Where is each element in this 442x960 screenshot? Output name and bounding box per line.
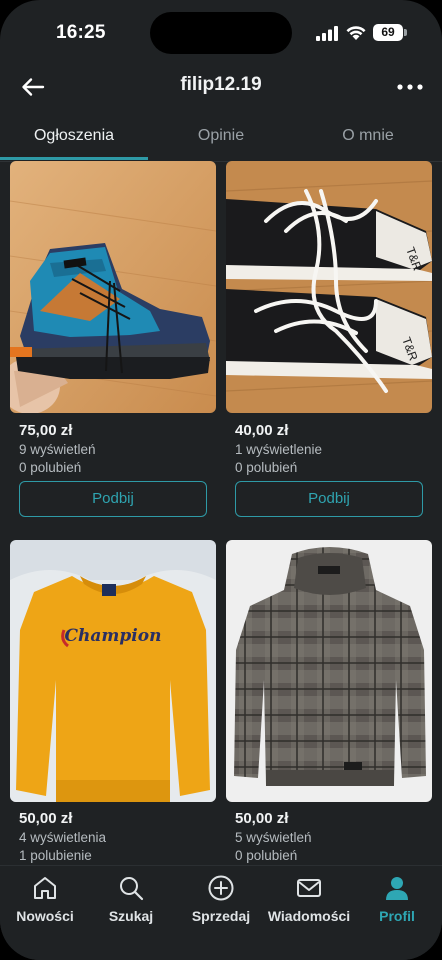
home-icon [34,877,56,899]
listing-price: 75,00 zł [19,422,73,439]
profile-tabs: Ogłoszenia Opinie O mnie [0,118,442,162]
bump-button[interactable]: Podbij [235,481,423,517]
tab-about[interactable]: O mnie [294,118,442,162]
listing-card[interactable]: 50,00 zł 5 wyświetleń 0 polubień [226,540,432,865]
nav-item-search[interactable]: Szukaj [86,874,176,944]
hiking-boot-photo[interactable] [10,161,216,413]
active-tab-indicator [0,157,148,160]
dynamic-island [150,12,292,54]
page-title: filip12.19 [180,74,262,95]
nav-item-messages[interactable]: Wiadomości [264,874,354,944]
nav-label: Sprzedaj [191,908,251,924]
bottom-nav: Nowości Szukaj Sprzedaj Wiadomości Profi… [0,865,442,960]
profile-icon [386,877,408,900]
listing-likes: 0 polubień [235,460,298,475]
wifi-icon [346,26,366,40]
mail-icon [297,879,321,897]
battery-level: 69 [373,24,403,41]
nav-item-sell[interactable]: Sprzedaj [176,874,266,944]
search-icon [120,877,144,901]
listing-views: 4 wyświetlenia [19,830,107,845]
listing-price: 50,00 zł [19,810,73,827]
phone-screen: 16:25 69 filip12.19 Ogłoszenia Opinie O … [0,0,442,960]
nav-label: Nowości [16,908,74,924]
listing-likes: 0 polubień [19,460,82,475]
more-options-icon[interactable] [396,74,424,100]
status-bar: 16:25 69 [0,0,442,64]
listing-views: 5 wyświetleń [235,830,312,845]
cellular-signal-icon [316,26,338,41]
top-bar: filip12.19 [0,64,442,112]
battery-tip [404,29,407,36]
listing-card[interactable]: Champion 50,00 zł 4 wyświetlenia 1 polub… [10,540,216,865]
listing-views: 9 wyświetleń [19,442,96,457]
nav-label: Szukaj [108,908,154,924]
listing-views: 1 wyświetlenie [235,442,323,457]
listing-card[interactable]: 75,00 zł 9 wyświetleń 0 polubień Podbij [10,161,216,531]
sweatshirt-logo: Champion [65,626,162,646]
nav-label: Wiadomości [267,908,351,924]
listing-likes: 1 polubienie [19,848,92,863]
canvas-sneakers-photo[interactable]: T&R T&R [226,161,432,413]
nav-label: Profil [379,908,415,924]
bump-button[interactable]: Podbij [19,481,207,517]
yellow-sweatshirt-photo[interactable]: Champion [10,540,216,802]
nav-item-profile[interactable]: Profil [352,874,442,944]
plus-circle-icon [208,875,234,901]
nav-item-new[interactable]: Nowości [0,874,90,944]
listing-price: 50,00 zł [235,810,289,827]
status-time: 16:25 [56,22,106,43]
listing-card[interactable]: T&R T&R 40,00 zł 1 wyświetlenie 0 polubi… [226,161,432,531]
listing-price: 40,00 zł [235,422,289,439]
listings-grid: 75,00 zł 9 wyświetleń 0 polubień Podbij [0,161,442,865]
tab-listings[interactable]: Ogłoszenia [0,118,148,162]
plaid-hoodie-photo[interactable] [226,540,432,802]
tab-reviews[interactable]: Opinie [148,118,294,162]
listing-likes: 0 polubień [235,848,298,863]
